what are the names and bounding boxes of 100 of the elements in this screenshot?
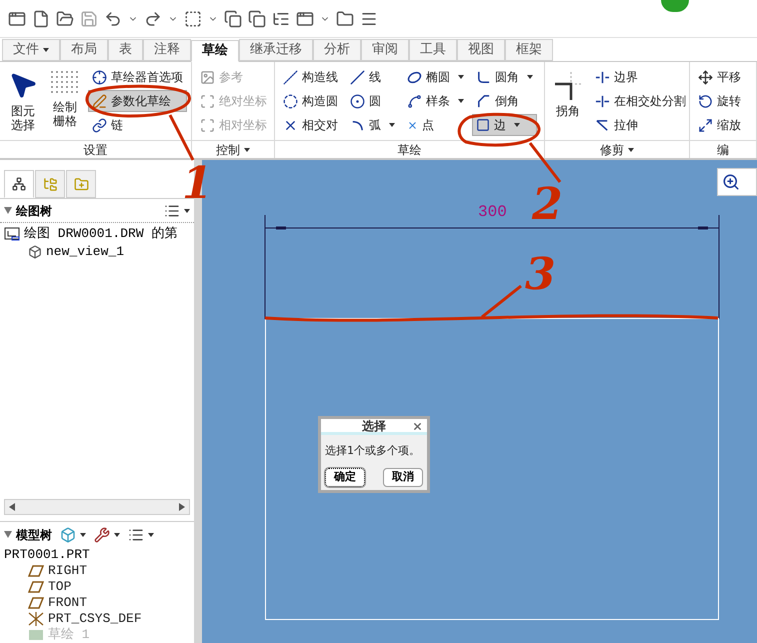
caret-icon: [389, 123, 395, 127]
ribbon-button[interactable]: 构造线: [279, 66, 342, 88]
group-label: 编: [717, 142, 729, 158]
group-label: 草绘: [398, 142, 422, 158]
dialog-button[interactable]: 取消: [383, 468, 423, 487]
ribbon-button[interactable]: 椭圆: [403, 66, 468, 88]
group-label: 设置: [84, 142, 108, 158]
ribbon-button[interactable]: 圆角: [472, 66, 537, 88]
scroll-right-icon[interactable]: [179, 503, 185, 511]
ribbon-button[interactable]: 点: [403, 114, 468, 136]
ribbon-button[interactable]: 缩放: [694, 114, 745, 136]
ribbon-button[interactable]: 平移: [694, 66, 745, 88]
ribbon-button[interactable]: 样条: [403, 90, 468, 112]
ribbon-button[interactable]: 弧: [346, 114, 399, 136]
ribbon-tab[interactable]: 文件: [2, 39, 60, 61]
spline-icon: [407, 94, 422, 108]
ribbon-large-button[interactable]: 图元选择: [4, 66, 42, 140]
display-menu-button[interactable]: [164, 202, 190, 218]
divide-line-icon: [595, 70, 610, 84]
ribbon-button[interactable]: 在相交处分割: [591, 90, 689, 112]
square-icon: [476, 118, 490, 132]
ribbon-button[interactable]: 拉伸: [591, 114, 689, 136]
ribbon-button[interactable]: 线: [346, 66, 399, 88]
copy-icon[interactable]: [248, 10, 266, 28]
split-line-icon: [595, 94, 610, 108]
ribbon-button[interactable]: 边界: [591, 66, 689, 88]
tree-item[interactable]: new_view_1: [46, 242, 124, 262]
ribbon-button[interactable]: 草绘器首选项: [88, 66, 187, 88]
ribbon-large-button[interactable]: 拐角: [549, 66, 587, 140]
open-folder-icon[interactable]: [56, 10, 74, 28]
ribbon-button[interactable]: 链: [88, 114, 187, 136]
ribbon-button[interactable]: 相交对: [279, 114, 342, 136]
folder-icon[interactable]: [336, 10, 354, 28]
dashed-box-icon[interactable]: [184, 10, 202, 28]
rotate-icon: [698, 94, 713, 108]
ribbon-tab[interactable]: 草绘: [191, 40, 239, 62]
collapse-icon[interactable]: [4, 531, 12, 538]
fillet-icon: [476, 70, 491, 84]
dialog-title: 选择: [362, 418, 386, 434]
parallelogram-icon: [28, 565, 44, 577]
caret-icon: [514, 123, 520, 127]
panel-title: 模型树: [16, 526, 52, 544]
dialog-button[interactable]: 确定: [325, 468, 365, 487]
annotation-stroke: [528, 142, 562, 183]
dashed-circle-icon: [283, 94, 298, 108]
move-icon: [698, 70, 713, 84]
ribbon-button[interactable]: 旋转: [694, 90, 745, 112]
parallelogram-icon: [28, 581, 44, 593]
caret-icon: [114, 532, 120, 536]
chamfer-icon: [476, 94, 491, 108]
drawing-icon: [4, 227, 20, 241]
collapse-icon[interactable]: [4, 207, 12, 214]
settings-menu-button[interactable]: [94, 526, 120, 542]
zoom-icon[interactable]: [722, 173, 740, 191]
sketch-icon: [28, 629, 44, 641]
ribbon-tab[interactable]: 继承迁移: [239, 39, 313, 61]
status-light-icon: [661, 0, 689, 12]
ribbon-button[interactable]: 倒角: [472, 90, 537, 112]
annotation-number: 3: [525, 253, 556, 297]
ribbon-button[interactable]: 圆: [346, 90, 399, 112]
show-menu-button[interactable]: [128, 526, 154, 542]
caret-icon: [148, 532, 154, 536]
app-icon[interactable]: [8, 10, 26, 28]
copy-icon[interactable]: [224, 10, 242, 28]
ribbon-tab[interactable]: 注释: [143, 39, 191, 61]
corner-icon: [553, 70, 583, 100]
scroll-left-icon[interactable]: [9, 503, 15, 511]
ribbon-tab[interactable]: 工具: [409, 39, 457, 61]
close-icon[interactable]: [412, 421, 423, 432]
new-file-icon[interactable]: [32, 10, 50, 28]
annotation-stroke: [168, 114, 194, 161]
scan-icon: [200, 118, 215, 132]
undo-icon[interactable]: [104, 10, 122, 28]
view-icon: [28, 245, 42, 259]
horizontal-scrollbar[interactable]: [4, 499, 190, 515]
ribbon-tab[interactable]: 分析: [313, 39, 361, 61]
ribbon-tab[interactable]: 框架: [505, 39, 553, 61]
folder-star-icon: [74, 176, 88, 192]
redo-icon[interactable]: [144, 10, 162, 28]
caret-icon: [527, 75, 533, 79]
caret-icon: [458, 75, 464, 79]
ribbon-button[interactable]: 构造圆: [279, 90, 342, 112]
group-menu-button[interactable]: 修剪: [600, 140, 634, 158]
image-icon: [200, 70, 215, 84]
ribbon-tab[interactable]: 布局: [60, 39, 108, 61]
ribbon-tab[interactable]: 视图: [457, 39, 505, 61]
panel-tab[interactable]: [4, 170, 34, 198]
window-icon[interactable]: [296, 10, 314, 28]
caret-icon: [244, 148, 250, 152]
caret-icon: [184, 208, 190, 212]
group-menu-button[interactable]: 控制: [216, 140, 250, 158]
ribbon-large-button[interactable]: 绘制栅格: [46, 66, 84, 140]
dot-grid-icon: [50, 70, 80, 96]
display-menu-button[interactable]: [60, 526, 86, 542]
circle-icon: [350, 94, 365, 108]
tree-item[interactable]: 绘图 DRW0001.DRW 的第: [24, 224, 178, 244]
ribbon-tab[interactable]: 表: [108, 39, 143, 61]
ribbon-button[interactable]: 参数化草绘: [88, 90, 187, 112]
ribbon-tab[interactable]: 审阅: [361, 39, 409, 61]
caret-icon: [628, 148, 634, 152]
